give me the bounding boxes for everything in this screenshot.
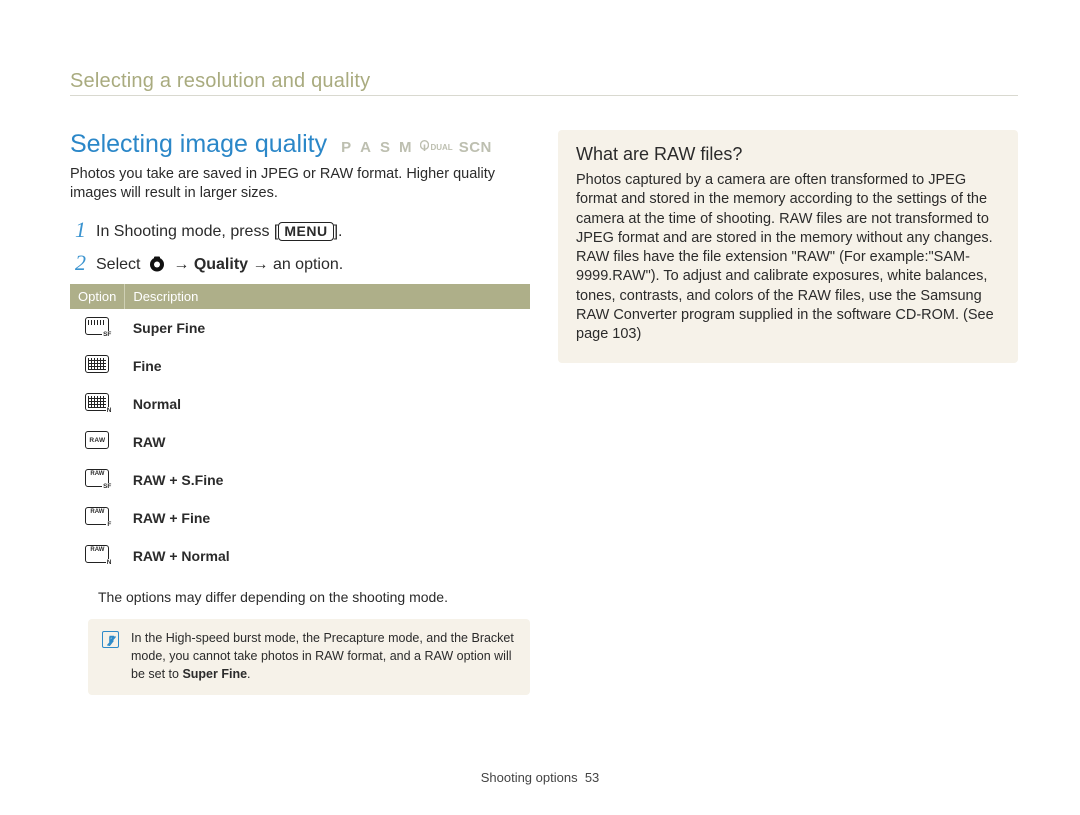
quality-options-table: Option Description Super FineFineNormalR…	[70, 284, 530, 575]
option-icon-cell	[70, 537, 125, 575]
step-2-number: 2	[70, 252, 86, 274]
mode-scn: SCN	[459, 139, 492, 156]
table-header-description: Description	[125, 284, 530, 309]
option-label-cell: RAW + Normal	[125, 537, 530, 575]
quality-option-icon	[85, 469, 109, 487]
mode-s: S	[380, 139, 393, 156]
option-icon-cell	[70, 499, 125, 537]
table-footnote: The options may differ depending on the …	[98, 589, 528, 605]
option-icon-cell	[70, 309, 125, 347]
info-icon	[102, 631, 119, 648]
info-note: In the High-speed burst mode, the Precap…	[88, 619, 530, 695]
option-icon-cell	[70, 347, 125, 385]
raw-explainer-box: What are RAW ﬁles? Photos captured by a …	[558, 130, 1018, 363]
raw-explainer-body: Photos captured by a camera are often tr…	[576, 171, 1000, 345]
mode-m: M	[399, 139, 415, 156]
page-footer: Shooting options 53	[0, 770, 1080, 785]
camera-icon	[147, 256, 167, 272]
option-label-cell: RAW + Fine	[125, 499, 530, 537]
quality-option-icon	[85, 545, 109, 563]
table-header-option: Option	[70, 284, 125, 309]
step-1-number: 1	[70, 219, 86, 241]
raw-explainer-title: What are RAW ﬁles?	[576, 144, 1000, 165]
table-row: RAW	[70, 423, 530, 461]
option-label-cell: Normal	[125, 385, 530, 423]
table-row: RAW + S.Fine	[70, 461, 530, 499]
table-row: Super Fine	[70, 309, 530, 347]
mode-dual-icon: DUAL	[420, 140, 452, 152]
breadcrumb: Selecting a resolution and quality	[70, 70, 1018, 96]
mode-indicator: P A S M DUAL SCN	[341, 139, 492, 156]
option-label-cell: Super Fine	[125, 309, 530, 347]
quality-option-icon	[85, 507, 109, 525]
option-label-cell: Fine	[125, 347, 530, 385]
option-label-cell: RAW	[125, 423, 530, 461]
mode-a: A	[360, 139, 374, 156]
option-icon-cell	[70, 423, 125, 461]
section-heading: Selecting image quality	[70, 130, 327, 159]
quality-option-icon	[85, 431, 109, 449]
quality-option-icon	[85, 355, 109, 373]
option-icon-cell	[70, 385, 125, 423]
step-2-text: Select → Quality → an option.	[96, 252, 343, 276]
option-icon-cell	[70, 461, 125, 499]
step-1-text: In Shooting mode, press [MENU].	[96, 219, 342, 243]
quality-option-icon	[85, 393, 109, 411]
table-row: Fine	[70, 347, 530, 385]
quality-option-icon	[85, 317, 109, 335]
table-row: RAW + Normal	[70, 537, 530, 575]
mode-p: P	[341, 139, 354, 156]
table-row: Normal	[70, 385, 530, 423]
menu-button-label: MENU	[278, 222, 333, 241]
table-row: RAW + Fine	[70, 499, 530, 537]
info-note-text: In the High-speed burst mode, the Precap…	[131, 629, 516, 683]
option-label-cell: RAW + S.Fine	[125, 461, 530, 499]
intro-text: Photos you take are saved in JPEG or RAW…	[70, 165, 530, 203]
